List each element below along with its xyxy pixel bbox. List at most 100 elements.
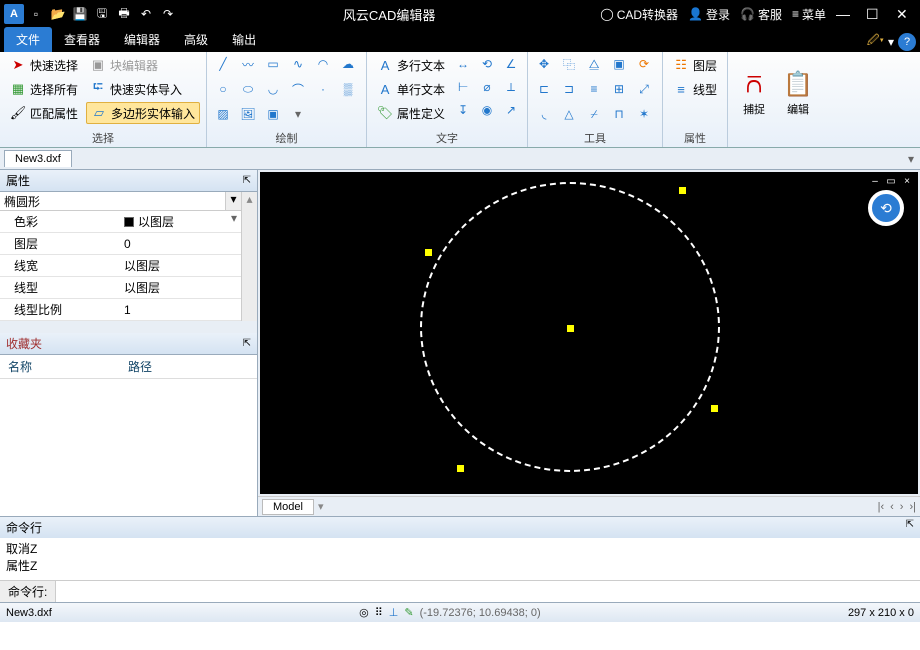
circle-icon[interactable]: ○ — [213, 79, 233, 99]
saveas-icon[interactable]: 🖫 — [92, 4, 112, 24]
entity-type-selector[interactable]: ▾ — [0, 192, 241, 211]
nav-prev-icon[interactable]: ‹ — [890, 501, 894, 513]
grip-center[interactable] — [566, 324, 575, 333]
scale-icon[interactable]: ⤢ — [634, 79, 654, 99]
hatch-icon[interactable]: ▒ — [338, 79, 358, 99]
mirror-icon[interactable]: ⧋ — [584, 54, 604, 74]
dim1-icon[interactable]: ↔ — [453, 54, 473, 74]
viewcube-icon[interactable]: ⟲ — [868, 190, 904, 226]
rotate-icon[interactable]: ⟳ — [634, 54, 654, 74]
array-icon[interactable]: ⊞ — [609, 79, 629, 99]
point-icon[interactable]: · — [313, 79, 333, 99]
dim4-icon[interactable]: ⟲ — [477, 54, 497, 74]
arc3-icon[interactable]: ⌒ — [288, 79, 308, 99]
dropdown-icon[interactable]: ▾ — [888, 35, 894, 49]
dim6-icon[interactable]: ◉ — [477, 100, 497, 120]
copy-icon[interactable]: ⿻ — [559, 54, 579, 74]
polar-toggle-icon[interactable]: ✎ — [404, 606, 413, 619]
minimize-button[interactable]: — — [836, 6, 856, 22]
explode-icon[interactable]: ✶ — [634, 104, 654, 124]
table-row[interactable]: 线型比例1 — [0, 299, 241, 321]
maximize-button[interactable]: ☐ — [866, 6, 886, 23]
line-icon[interactable]: ╱ — [213, 54, 233, 74]
pin-icon[interactable]: ⇱ — [243, 338, 251, 349]
block2-icon[interactable]: ▣ — [263, 104, 283, 124]
dim3-icon[interactable]: ↧ — [453, 100, 473, 120]
hatch2-icon[interactable]: ▨ — [213, 104, 233, 124]
redo-icon[interactable]: ↷ — [158, 4, 178, 24]
viewport-max-icon[interactable]: ▭ — [884, 176, 898, 188]
nav-first-icon[interactable]: |‹ — [878, 501, 885, 513]
snap-toggle-icon[interactable]: ◎ — [359, 606, 369, 619]
menu-link[interactable]: ≡ 菜单 — [792, 6, 826, 23]
model-tab[interactable]: Model — [262, 499, 314, 515]
tab-editor[interactable]: 编辑器 — [112, 27, 172, 52]
dim7-icon[interactable]: ∠ — [501, 54, 521, 74]
more-icon[interactable]: ▾ — [288, 104, 308, 124]
arc2-icon[interactable]: ◡ — [263, 79, 283, 99]
dim9-icon[interactable]: ↗ — [501, 100, 521, 120]
spline-icon[interactable]: ∿ — [288, 54, 308, 74]
tab-output[interactable]: 输出 — [220, 27, 268, 52]
grip-bottom[interactable] — [456, 464, 465, 473]
block-editor-button[interactable]: ▣块编辑器 — [86, 54, 200, 76]
trim-icon[interactable]: ⊏ — [534, 79, 554, 99]
converter-link[interactable]: ◯ CAD转换器 — [600, 6, 678, 23]
viewport-min-icon[interactable]: – — [868, 176, 882, 188]
close-button[interactable]: ✕ — [896, 6, 916, 23]
service-link[interactable]: 🎧 客服 — [740, 6, 782, 23]
tab-viewer[interactable]: 查看器 — [52, 27, 112, 52]
offset-icon[interactable]: ≡ — [584, 79, 604, 99]
grip-top[interactable] — [678, 186, 687, 195]
drawing-canvas[interactable]: – ▭ × ⟲ — [260, 172, 918, 494]
entity-type-input[interactable] — [0, 192, 225, 210]
rect-icon[interactable]: ▭ — [263, 54, 283, 74]
layer-button[interactable]: ☷图层 — [669, 54, 721, 76]
join-icon[interactable]: ⊓ — [609, 104, 629, 124]
login-link[interactable]: 👤 登录 — [688, 6, 730, 23]
extend-icon[interactable]: ⊐ — [559, 79, 579, 99]
attdef-button[interactable]: 🏷属性定义 — [373, 102, 449, 124]
save-icon[interactable]: 💾 — [70, 4, 90, 24]
doc-tab[interactable]: New3.dxf — [4, 150, 72, 167]
linetype-button[interactable]: ≡线型 — [669, 78, 721, 100]
viewport-close-icon[interactable]: × — [900, 176, 914, 188]
chevron-down-icon[interactable]: ▾ — [227, 211, 241, 232]
revcloud-icon[interactable]: ☁ — [338, 54, 358, 74]
table-row[interactable]: 线宽以图层 — [0, 255, 241, 277]
app-logo[interactable]: A — [4, 4, 24, 24]
pin-icon[interactable]: ⇱ — [243, 175, 251, 186]
command-input[interactable] — [55, 581, 920, 602]
move-icon[interactable]: ✥ — [534, 54, 554, 74]
quick-import-button[interactable]: ⮓快速实体导入 — [86, 78, 200, 100]
polyline-icon[interactable]: 〰 — [238, 54, 258, 74]
quick-select-button[interactable]: ➤快速选择 — [6, 54, 82, 76]
doctab-dropdown[interactable]: ▾ — [902, 152, 920, 166]
grip-right[interactable] — [710, 404, 719, 413]
tab-advanced[interactable]: 高级 — [172, 27, 220, 52]
ribbon-options-icon[interactable]: 🖉▾ — [867, 31, 884, 52]
help-button[interactable]: ? — [898, 33, 916, 51]
polygon-input-button[interactable]: ▱多边形实体输入 — [86, 102, 200, 124]
open-icon[interactable]: 📂 — [48, 4, 68, 24]
select-icon2[interactable]: ▣ — [609, 54, 629, 74]
chevron-down-icon[interactable]: ▾ — [225, 192, 241, 210]
snap-button[interactable]: ⩃ 捕捉 — [734, 54, 774, 133]
mtext-button[interactable]: A多行文本 — [373, 54, 449, 76]
chamfer-icon[interactable]: △ — [559, 104, 579, 124]
edit-button[interactable]: 📋 编辑 — [778, 54, 818, 133]
grid-toggle-icon[interactable]: ⠿ — [375, 606, 383, 619]
dim8-icon[interactable]: ⟂ — [501, 77, 521, 97]
scrollbar[interactable]: ▴ — [241, 192, 257, 321]
new-icon[interactable]: ▫ — [26, 4, 46, 24]
ortho-toggle-icon[interactable]: ⊥ — [389, 606, 399, 619]
dim5-icon[interactable]: ⌀ — [477, 77, 497, 97]
match-props-button[interactable]: 🖌匹配属性 — [6, 102, 82, 124]
layout-dropdown-icon[interactable]: ▾ — [318, 500, 324, 513]
table-row[interactable]: 图层0 — [0, 233, 241, 255]
select-all-button[interactable]: ▦选择所有 — [6, 78, 82, 100]
image-icon[interactable]: 🖼 — [238, 104, 258, 124]
ellipse-icon[interactable]: ⬭ — [238, 79, 258, 99]
dim2-icon[interactable]: ⊢ — [453, 77, 473, 97]
tab-file[interactable]: 文件 — [4, 27, 52, 52]
